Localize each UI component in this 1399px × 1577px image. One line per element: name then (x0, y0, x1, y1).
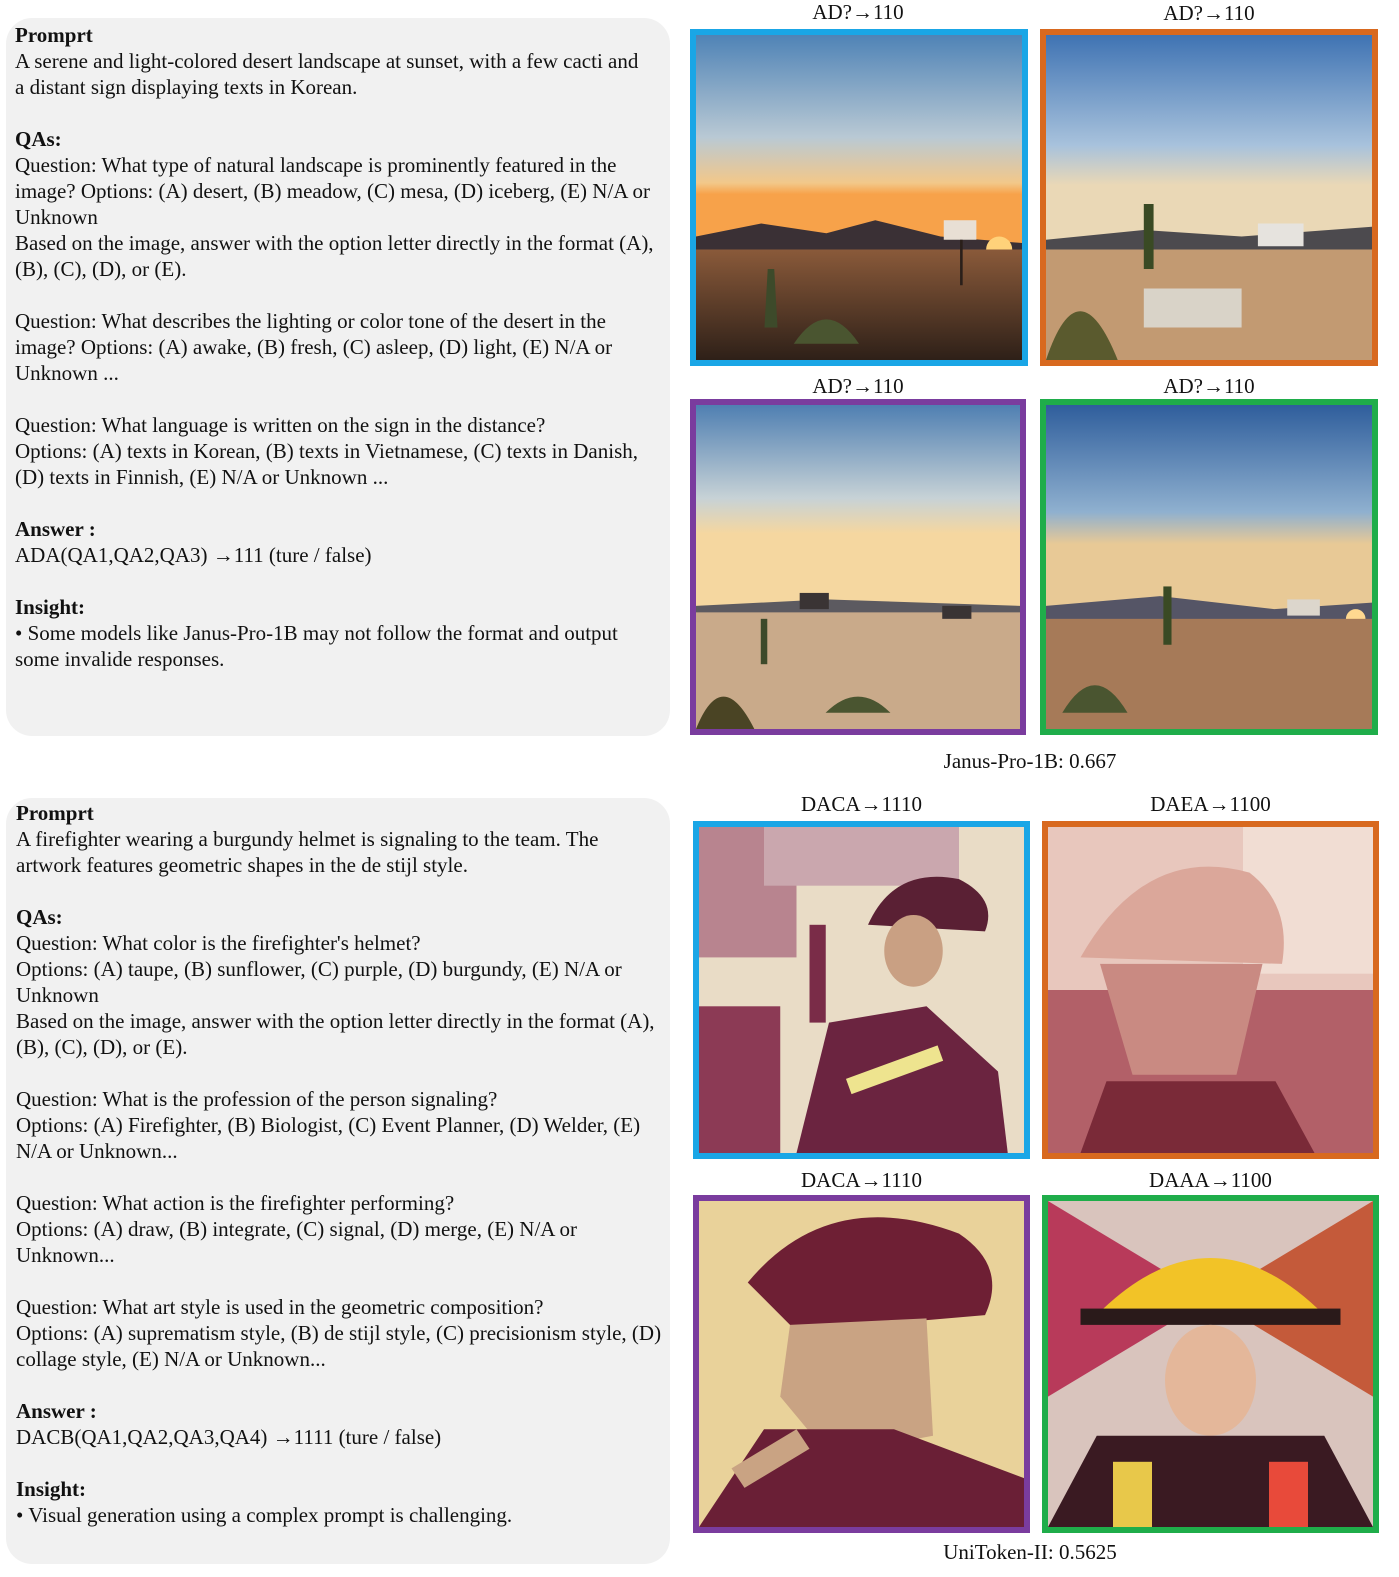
qas-heading: QAs: (15, 127, 62, 151)
firefighter-image-4 (1042, 1195, 1379, 1533)
qa-line: (B), (C), (D), or (E). (16, 1035, 188, 1059)
answer-text: ADA(QA1,QA2,QA3) →111 (ture / false) (15, 543, 372, 567)
image-caption: AD?→110 (812, 0, 904, 24)
answer-heading: Answer : (15, 517, 96, 541)
firefighter-image-1 (693, 821, 1030, 1159)
insight-heading: Insight: (16, 1477, 87, 1501)
qa-line: Question: What type of natural landscape… (15, 153, 617, 177)
qa-line: collage style, (E) N/A or Unknown... (16, 1347, 326, 1371)
insight-heading: Insight: (15, 595, 86, 619)
qa-line: Question: What action is the firefighter… (16, 1191, 455, 1215)
qa-line: Options: (A) suprematism style, (B) de s… (16, 1321, 662, 1345)
prompt-heading: Promprt (16, 801, 94, 825)
model-score: Janus-Pro-1B: 0.667 (943, 749, 1117, 773)
qa-line: Options: (A) draw, (B) integrate, (C) si… (16, 1217, 578, 1241)
example2-text-panel: Promprt A firefighter wearing a burgundy… (6, 798, 670, 1564)
qas-heading: QAs: (16, 905, 63, 929)
qa-line: image? Options: (A) awake, (B) fresh, (C… (15, 335, 613, 359)
insight-line: • Visual generation using a complex prom… (16, 1503, 513, 1527)
image-caption: AD?→110 (1163, 1, 1255, 25)
firefighter-image-2 (1042, 821, 1379, 1159)
qa-line: N/A or Unknown... (16, 1139, 178, 1163)
image-caption: DACA→1110 (801, 1168, 922, 1192)
image-caption: DAAA→1100 (1149, 1168, 1272, 1192)
image-caption: AD?→110 (812, 374, 904, 398)
qa-line: Question: What is the profession of the … (16, 1087, 498, 1111)
qa-line: (B), (C), (D), or (E). (15, 257, 187, 281)
model-score: UniToken-II: 0.5625 (943, 1540, 1117, 1564)
image-caption: DACA→1110 (801, 792, 922, 816)
qa-line: (D) texts in Finnish, (E) N/A or Unknown… (15, 465, 389, 489)
firefighter-image-3 (693, 1195, 1030, 1533)
qa-line: Unknown ... (15, 361, 119, 385)
qa-line: Question: What language is written on th… (15, 413, 546, 437)
qa-line: Question: What describes the lighting or… (15, 309, 606, 333)
prompt-line: artwork features geometric shapes in the… (16, 853, 468, 877)
qa-line: Question: What art style is used in the … (16, 1295, 544, 1319)
answer-text: DACB(QA1,QA2,QA3,QA4) →1111 (ture / fals… (16, 1425, 442, 1449)
qa-line: Options: (A) Firefighter, (B) Biologist,… (16, 1113, 641, 1137)
insight-line: • Some models like Janus-Pro-1B may not … (15, 621, 618, 645)
qa-line: Unknown (16, 983, 99, 1007)
qa-line: Options: (A) texts in Korean, (B) texts … (15, 439, 638, 463)
prompt-line: A firefighter wearing a burgundy helmet … (16, 827, 599, 851)
prompt-line: a distant sign displaying texts in Korea… (15, 75, 358, 99)
prompt-heading: Promprt (15, 23, 93, 47)
insight-line: some invalide responses. (15, 647, 225, 671)
qa-line: Based on the image, answer with the opti… (15, 231, 654, 255)
prompt-line: A serene and light-colored desert landsc… (15, 49, 639, 73)
answer-heading: Answer : (16, 1399, 97, 1423)
desert-image-1 (690, 29, 1028, 366)
image-caption: AD?→110 (1163, 374, 1255, 398)
image-caption: DAEA→1100 (1150, 792, 1271, 816)
qa-line: Based on the image, answer with the opti… (16, 1009, 655, 1033)
example1-text-panel: Promprt A serene and light-colored deser… (6, 18, 670, 736)
qa-line: image? Options: (A) desert, (B) meadow, … (15, 179, 651, 203)
qa-line: Question: What color is the firefighter'… (16, 931, 421, 955)
desert-image-4 (1040, 399, 1378, 735)
qa-line: Unknown (15, 205, 98, 229)
desert-image-2 (1040, 29, 1378, 366)
qa-line: Options: (A) taupe, (B) sunflower, (C) p… (16, 957, 622, 981)
desert-image-3 (690, 399, 1026, 735)
qa-line: Unknown... (16, 1243, 115, 1267)
